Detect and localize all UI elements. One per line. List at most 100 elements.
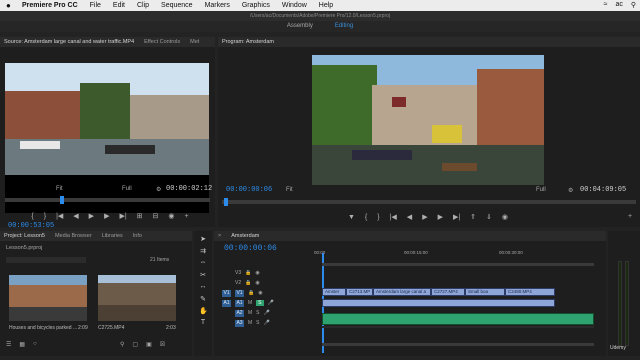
mark-in-icon[interactable]: {	[31, 213, 33, 220]
mute-icon[interactable]: M	[248, 300, 252, 306]
razor-tool-icon[interactable]: ✂	[199, 271, 207, 279]
timeline-scrollbar[interactable]	[322, 343, 594, 346]
track-label-v2[interactable]: V2	[235, 280, 241, 286]
clip-thumbnail-1[interactable]	[9, 275, 87, 321]
source-timecode[interactable]: 00:00:53:05	[8, 222, 54, 230]
mic-icon[interactable]: 🎤	[264, 320, 270, 326]
tab-info[interactable]: Info	[133, 233, 142, 239]
prog-mark-out-icon[interactable]: }	[377, 214, 379, 221]
hand-tool-icon[interactable]: ✋	[199, 307, 208, 315]
trash-icon[interactable]: ☒	[160, 341, 165, 348]
program-wrench-icon[interactable]: ⚙	[568, 187, 573, 194]
source-patch-v1[interactable]: V1	[222, 289, 231, 297]
source-quality-select[interactable]: Full	[122, 186, 132, 192]
lock-icon[interactable]: 🔒	[245, 270, 251, 276]
program-playhead[interactable]	[224, 198, 228, 206]
prog-step-back-icon[interactable]: ◀	[407, 213, 412, 221]
prog-camera-icon[interactable]: ◉	[502, 213, 508, 221]
icon-view-icon[interactable]: ▦	[19, 341, 25, 348]
step-forward-icon[interactable]: ▶	[104, 212, 109, 220]
selection-tool-icon[interactable]: ➤	[199, 235, 207, 243]
prog-add-icon[interactable]: +	[628, 213, 632, 220]
timeline-clip[interactable]: Amsterdam large canal a	[373, 288, 431, 296]
track-label-v1[interactable]: V1	[235, 289, 244, 297]
track-label-a3[interactable]: A3	[235, 319, 244, 327]
camera-icon[interactable]: ◉	[168, 212, 174, 220]
tab-metadata[interactable]: Met	[190, 39, 199, 45]
go-to-out-icon[interactable]: ▶|	[119, 212, 126, 220]
eye-icon[interactable]: ◉	[255, 270, 259, 276]
menu-file[interactable]: File	[90, 2, 101, 9]
menu-window[interactable]: Window	[282, 2, 307, 9]
add-icon[interactable]: +	[185, 213, 189, 220]
menu-sequence[interactable]: Sequence	[161, 2, 193, 9]
prog-lift-icon[interactable]: ⇑	[470, 213, 476, 221]
source-scrubber[interactable]	[5, 196, 210, 204]
prog-extract-icon[interactable]: ⇓	[486, 213, 492, 221]
type-tool-icon[interactable]: T	[199, 319, 207, 327]
source-playhead[interactable]	[60, 196, 64, 204]
tab-program[interactable]: Program: Amsterdam	[222, 39, 274, 45]
prog-step-fwd-icon[interactable]: ▶	[438, 213, 443, 221]
source-patch-a1[interactable]: A1	[222, 299, 231, 307]
tab-project[interactable]: Project: Lesson5	[4, 233, 45, 239]
prog-go-out-icon[interactable]: ▶|	[453, 213, 460, 221]
track-select-tool-icon[interactable]: ⇉	[199, 247, 207, 255]
clip-thumbnail-2[interactable]	[98, 275, 176, 321]
list-view-icon[interactable]: ☰	[6, 341, 11, 348]
wrench-icon[interactable]: ⚙	[156, 186, 161, 193]
program-quality-select[interactable]: Full	[536, 187, 546, 193]
solo-icon[interactable]: S	[256, 310, 259, 316]
timeline-clip[interactable]: C2727.MP4	[431, 288, 465, 296]
mic-icon[interactable]: 🎤	[264, 310, 270, 316]
prog-mark-in-icon[interactable]: {	[365, 214, 367, 221]
program-fit-select[interactable]: Fit	[286, 187, 293, 193]
menu-app[interactable]: Premiere Pro CC	[22, 2, 78, 9]
tab-libraries[interactable]: Libraries	[102, 233, 123, 239]
lock-icon[interactable]: 🔒	[245, 280, 251, 286]
workspace-tab-assembly[interactable]: Assembly	[287, 21, 313, 32]
overwrite-icon[interactable]: ⊟	[153, 212, 159, 220]
track-label-a1[interactable]: A1	[235, 299, 244, 307]
ripple-edit-tool-icon[interactable]: ⇔	[199, 259, 207, 267]
menu-help[interactable]: Help	[319, 2, 333, 9]
user-label[interactable]: ac	[615, 1, 622, 9]
timeline-clip[interactable]: C2480.MP4	[505, 288, 555, 296]
mark-out-icon[interactable]: }	[44, 213, 46, 220]
pen-tool-icon[interactable]: ✎	[199, 295, 207, 303]
program-scrubber[interactable]	[222, 198, 636, 206]
track-label-a2[interactable]: A2	[235, 309, 244, 317]
solo-icon[interactable]: S	[256, 320, 259, 326]
prog-go-in-icon[interactable]: |◀	[390, 213, 397, 221]
find-icon[interactable]: ⚲	[120, 341, 124, 348]
timeline-clip[interactable]: Small boa	[465, 288, 505, 296]
zoom-slider-icon[interactable]: ○	[33, 341, 37, 348]
lock-icon[interactable]: 🔒	[248, 290, 254, 296]
tab-media-browser[interactable]: Media Browser	[55, 233, 92, 239]
slip-tool-icon[interactable]: ↔	[199, 283, 207, 291]
workspace-tab-editing[interactable]: Editing	[335, 21, 353, 32]
new-item-icon[interactable]: ▣	[146, 341, 152, 348]
track-label-v3[interactable]: V3	[235, 270, 241, 276]
menu-graphics[interactable]: Graphics	[242, 2, 270, 9]
project-search-input[interactable]	[6, 257, 86, 263]
audio-clip-a1[interactable]	[322, 313, 594, 325]
mute-icon[interactable]: M	[248, 310, 252, 316]
menu-edit[interactable]: Edit	[113, 2, 125, 9]
tab-effect-controls[interactable]: Effect Controls	[144, 39, 180, 45]
eye-icon[interactable]: ◉	[255, 280, 259, 286]
wifi-icon[interactable]: ≈	[604, 1, 608, 9]
timeline-clip[interactable]: C2713.MP	[346, 288, 373, 296]
timeline-timecode[interactable]: 00:00:00:06	[224, 244, 277, 253]
search-icon[interactable]: ⚲	[631, 1, 636, 9]
apple-icon[interactable]: ●	[6, 1, 14, 10]
go-to-in-icon[interactable]: |◀	[56, 212, 63, 220]
timeline-zoom-bar[interactable]	[322, 263, 594, 266]
v1-clip-lower[interactable]	[322, 299, 555, 307]
menu-markers[interactable]: Markers	[205, 2, 230, 9]
tab-source[interactable]: Source: Amsterdam large canal and water …	[4, 39, 134, 45]
tab-sequence[interactable]: Amsterdam	[231, 233, 259, 239]
eye-icon[interactable]: ◉	[258, 290, 262, 296]
insert-icon[interactable]: ⊞	[137, 212, 143, 220]
step-back-icon[interactable]: ◀	[73, 212, 78, 220]
